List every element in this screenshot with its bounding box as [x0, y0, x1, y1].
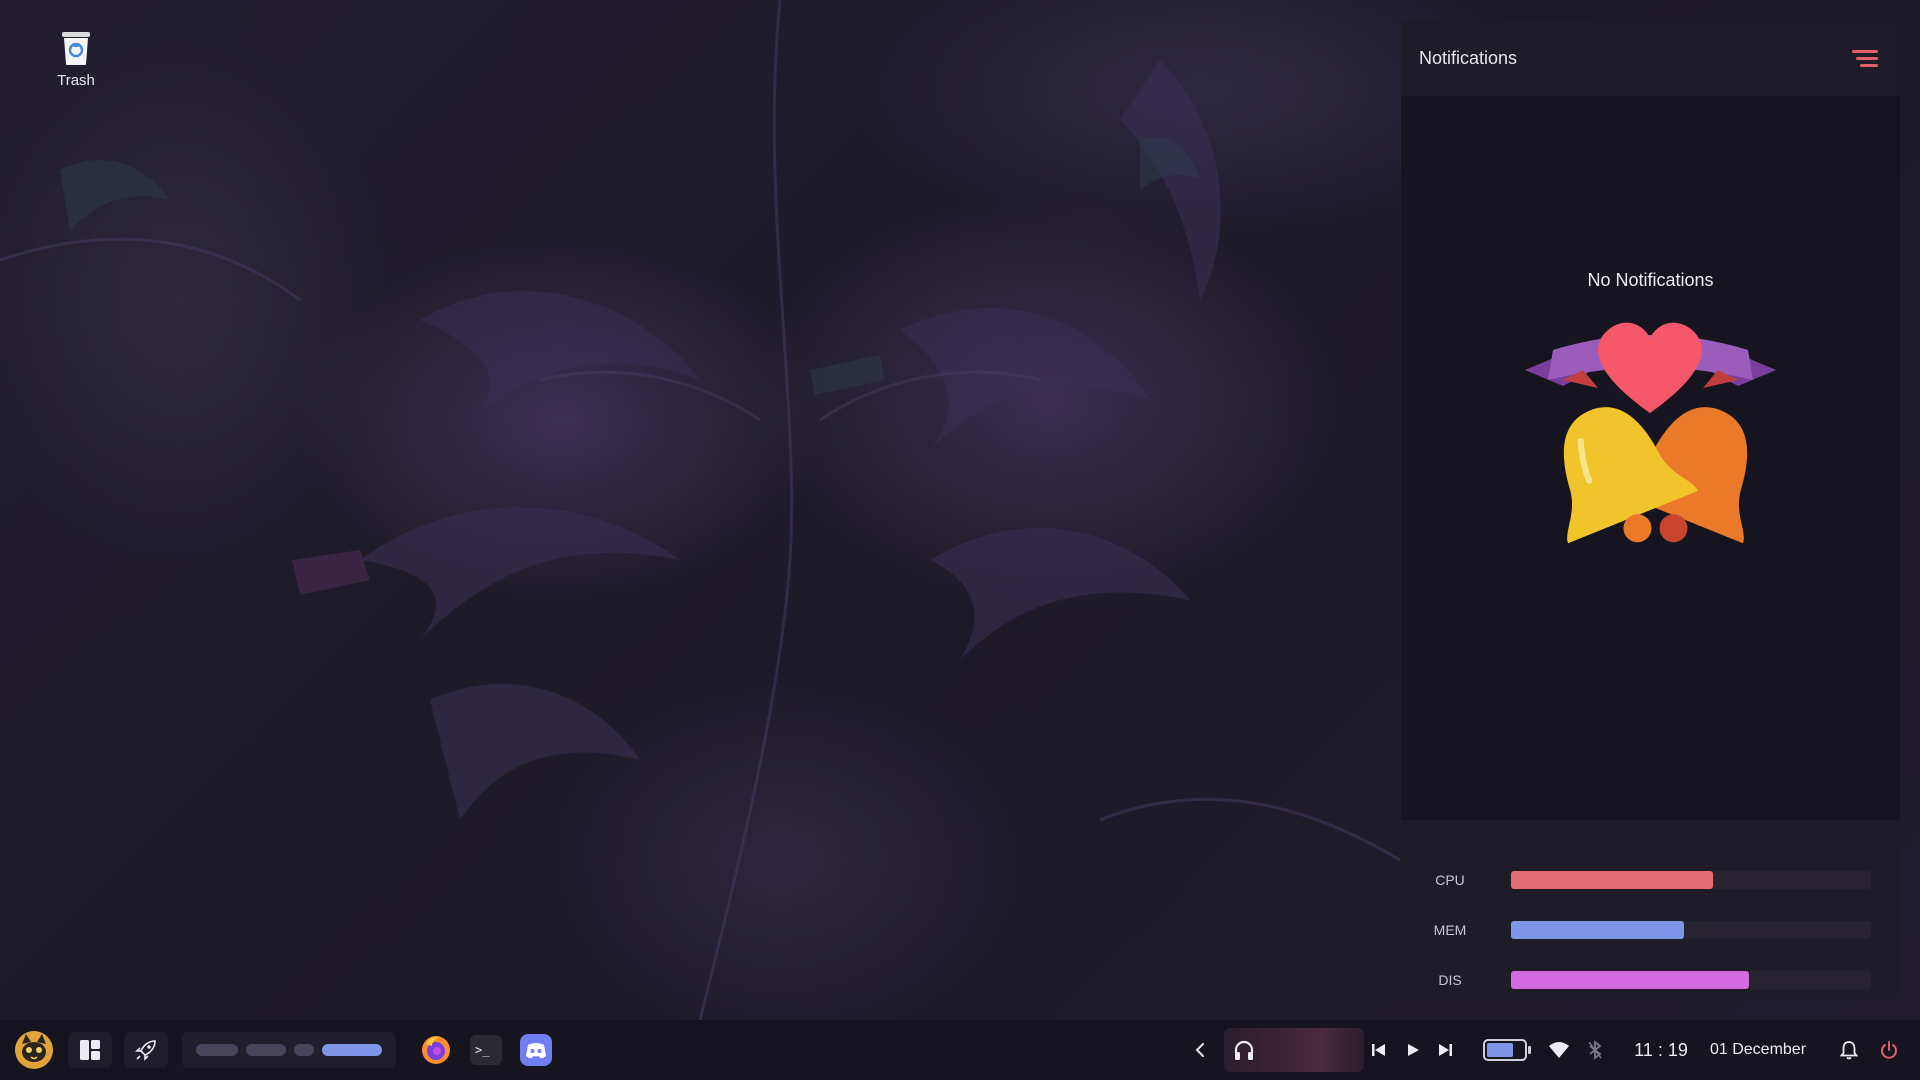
stat-label: DIS: [1438, 972, 1462, 988]
stat-row-mem: MEM: [1401, 919, 1900, 941]
layout-icon: [80, 1040, 100, 1060]
clock-time: 11 : 19: [1634, 1039, 1688, 1060]
stat-row-dis: DIS: [1401, 969, 1900, 991]
disk-bar-track: [1511, 971, 1871, 989]
workspace-1[interactable]: [196, 1044, 238, 1056]
trash-icon: [59, 30, 93, 66]
system-stats: CPU MEM DIS: [1401, 820, 1900, 998]
notification-header: Notifications: [1401, 20, 1900, 96]
empty-notifications-text: No Notifications: [1587, 270, 1714, 290]
date-text: 01 December: [1709, 1041, 1807, 1058]
discord-icon: [520, 1034, 552, 1066]
app-discord[interactable]: [516, 1030, 556, 1070]
stat-row-cpu: CPU: [1401, 869, 1900, 891]
layout-button[interactable]: [68, 1032, 112, 1068]
media-player[interactable]: [1224, 1028, 1364, 1072]
play-icon: [1408, 1044, 1419, 1056]
mem-bar-track: [1511, 921, 1871, 939]
bluetooth-button[interactable]: [1582, 1035, 1608, 1065]
headphones-icon: [1234, 1040, 1254, 1060]
bluetooth-icon: [1588, 1040, 1602, 1060]
skip-previous-icon: [1372, 1044, 1385, 1056]
notification-panel: Notifications No Notifications CPU MEM D…: [1401, 20, 1900, 998]
notification-title: Notifications: [1419, 47, 1518, 68]
clear-all-icon-line: [1856, 56, 1878, 60]
chevron-left-icon: [1195, 1043, 1204, 1057]
workspace-2[interactable]: [246, 1044, 286, 1056]
tray-toggle-button[interactable]: [1188, 1035, 1212, 1065]
battery-icon: [1483, 1039, 1531, 1061]
desktop-icon-label: Trash: [57, 72, 95, 89]
wifi-button[interactable]: [1544, 1035, 1574, 1065]
terminal-icon: >_: [470, 1035, 502, 1065]
firefox-icon: [422, 1036, 450, 1064]
battery-indicator[interactable]: [1482, 1036, 1534, 1064]
bell-icon: [1840, 1041, 1858, 1060]
skip-next-icon: [1439, 1044, 1452, 1056]
taskbar: >_ 11: 19 01 December: [0, 1020, 1920, 1080]
clear-all-icon: [1852, 49, 1878, 53]
clear-all-icon-line: [1860, 63, 1878, 67]
launcher-button[interactable]: [124, 1032, 168, 1068]
clock[interactable]: 11 : 19: [1628, 1035, 1694, 1065]
start-button[interactable]: [12, 1028, 56, 1072]
mem-bar-fill: [1511, 921, 1684, 939]
disk-bar-fill: [1511, 971, 1749, 989]
bells-heart-icon: [1523, 310, 1778, 580]
power-button[interactable]: [1874, 1035, 1904, 1065]
stat-label: CPU: [1435, 872, 1465, 888]
previous-track-button[interactable]: [1366, 1035, 1392, 1065]
stat-label: MEM: [1433, 922, 1467, 938]
play-button[interactable]: [1400, 1035, 1426, 1065]
date-display[interactable]: 01 December: [1704, 1035, 1812, 1065]
cat-avatar-icon: [15, 1031, 53, 1069]
cpu-bar-track: [1511, 871, 1871, 889]
desktop-icon-trash[interactable]: Trash: [46, 30, 106, 89]
cpu-bar-fill: [1511, 871, 1713, 889]
wifi-icon: [1549, 1042, 1569, 1058]
power-icon: [1881, 1041, 1897, 1059]
app-terminal[interactable]: >_: [466, 1030, 506, 1070]
app-firefox[interactable]: [416, 1030, 456, 1070]
workspace-3[interactable]: [294, 1044, 314, 1056]
notifications-button[interactable]: [1834, 1035, 1864, 1065]
workspace-4[interactable]: [322, 1044, 382, 1056]
rocket-icon: [135, 1040, 156, 1061]
next-track-button[interactable]: [1432, 1035, 1458, 1065]
clear-all-button[interactable]: [1850, 47, 1878, 69]
